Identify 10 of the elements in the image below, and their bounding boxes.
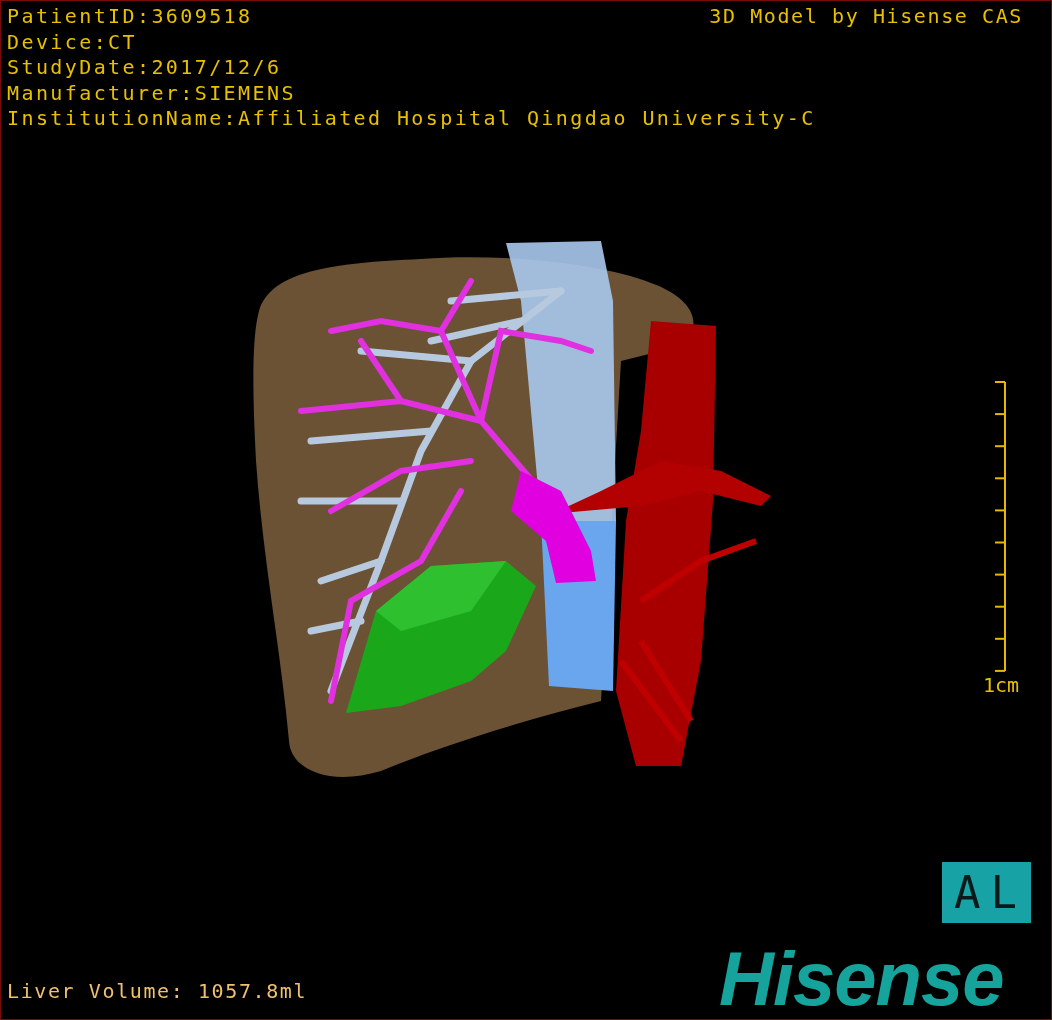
scale-label: 1cm (983, 673, 1020, 699)
study-info-text: Device:CT (7, 29, 137, 55)
model-credit-text: 3D Model by Hisense CAS (709, 4, 1023, 30)
study-info-text: Manufacturer:SIEMENS (7, 80, 296, 106)
liver-volume-text: Liver Volume: 1057.8ml (7, 979, 308, 1005)
study-info-text: StudyDate:2017/12/6 (7, 55, 282, 81)
study-info-text: InstitutionName:Affiliated Hospital Qingdao University-C (7, 106, 816, 132)
orientation-label: AL (942, 862, 1031, 923)
study-info-text: PatientID:3609518 (7, 4, 253, 30)
brand-logo: Hisense (719, 939, 1004, 1019)
